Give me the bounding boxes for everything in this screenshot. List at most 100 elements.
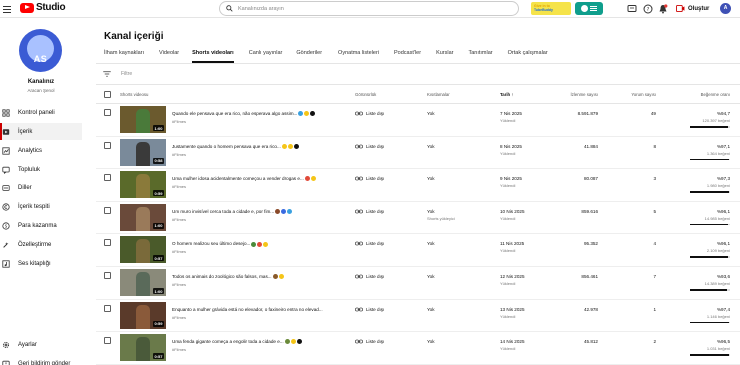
visibility-dropdown[interactable]: Liste dışı — [355, 176, 384, 181]
row-checkbox[interactable] — [104, 304, 111, 312]
tab-1[interactable]: Videolar — [159, 50, 179, 63]
sidebar-item-label: İçerik — [18, 128, 33, 135]
header-restrictions[interactable]: Kısıtlamalar — [427, 92, 450, 97]
sidebar-item-subtitles[interactable]: Diller — [0, 179, 82, 196]
search-box[interactable] — [219, 1, 519, 16]
link-icon — [355, 274, 363, 279]
table-row[interactable]: 0:59 Uma mulher idosa acidentalmente come… — [96, 169, 740, 202]
sidebar-item-dashboard[interactable]: Kontrol paneli — [0, 104, 82, 121]
row-checkbox[interactable] — [104, 206, 111, 214]
table-row[interactable]: 0:59 Enquanto a mulher grávida está no el… — [96, 300, 740, 333]
visibility-dropdown[interactable]: Liste dışı — [355, 241, 384, 246]
video-thumbnail[interactable]: 0:59 — [120, 301, 166, 329]
tab-4[interactable]: Gönderiler — [296, 50, 322, 63]
row-checkbox[interactable] — [104, 337, 111, 345]
visibility-dropdown[interactable]: Liste dışı — [355, 339, 384, 344]
comment-count[interactable]: 49 — [651, 111, 656, 116]
video-title[interactable]: Uma mulher idosa acidentalmente começou … — [172, 176, 347, 182]
search-input[interactable] — [238, 5, 478, 12]
sidebar-item-community[interactable]: Topluluk — [0, 161, 82, 178]
table-row[interactable]: 1:00 Um muro invisível cerca toda a cidad… — [96, 202, 740, 235]
video-title[interactable]: Uma fenda gigante começa a engolir toda … — [172, 339, 347, 345]
account-avatar[interactable]: A — [720, 3, 731, 14]
table-row[interactable]: 1:00 Quando ele pensava que era rico, não… — [96, 104, 740, 137]
visibility-dropdown[interactable]: Liste dışı — [355, 111, 384, 116]
video-thumbnail[interactable]: 0:57 — [120, 334, 166, 362]
youtube-studio-logo[interactable]: Studio — [20, 2, 66, 13]
row-checkbox[interactable] — [104, 272, 111, 279]
view-count: 95.352 — [583, 241, 598, 247]
video-title[interactable]: O homem realizou seu último desejo... — [172, 241, 347, 247]
video-thumbnail[interactable]: 1:00 — [120, 269, 166, 296]
row-checkbox[interactable] — [104, 109, 111, 116]
comment-count[interactable]: 4 — [653, 241, 656, 246]
tab-8[interactable]: Tanıtımlar — [468, 50, 492, 63]
table-row[interactable]: 1:00 Todos os animais do zoológico são fa… — [96, 267, 740, 300]
header-date[interactable]: Tarih ↑ — [500, 92, 514, 97]
video-thumbnail[interactable]: 0:59 — [120, 171, 166, 199]
visibility-dropdown[interactable]: Liste dışı — [355, 307, 384, 312]
sidebar-item-feedback[interactable]: Geri bildirim gönder — [0, 355, 82, 365]
tab-7[interactable]: Kurslar — [436, 50, 453, 63]
sidebar-item-settings[interactable]: Ayarlar — [0, 336, 82, 353]
sidebar-item-monetization[interactable]: $ Para kazanma — [0, 217, 82, 234]
create-button[interactable]: Oluştur — [676, 2, 709, 15]
tab-2[interactable]: Shorts videoları — [192, 50, 234, 63]
table-row[interactable]: 0:57 Uma fenda gigante começa a engolir t… — [96, 332, 740, 365]
thumbnail-figure — [136, 206, 150, 231]
tubebuddy-promo[interactable]: Give in to TubeBuddy — [531, 2, 571, 15]
notifications-icon[interactable] — [658, 4, 668, 14]
sidebar-item-analytics[interactable]: Analytics — [0, 142, 82, 159]
header-comments[interactable]: Yorum sayısı — [631, 92, 656, 97]
sidebar-item-customization[interactable]: Özelleştirme — [0, 236, 82, 253]
video-thumbnail[interactable]: 1:00 — [120, 203, 166, 231]
tab-0[interactable]: İlham kaynakları — [104, 50, 144, 63]
video-title[interactable]: Todos os animais do zoológico são falsos… — [172, 274, 347, 280]
menu-icon[interactable] — [3, 3, 15, 15]
video-tag: #Filmes — [172, 314, 187, 320]
like-ratio-bar — [690, 223, 730, 226]
header-views[interactable]: İzlenme sayısı — [571, 92, 598, 97]
sidebar-item-audio-library[interactable]: Ses kitaplığı — [0, 255, 82, 272]
select-all-checkbox[interactable] — [104, 91, 111, 98]
comment-count[interactable]: 7 — [653, 274, 656, 279]
tubebuddy-button[interactable] — [575, 2, 603, 15]
tab-3[interactable]: Canlı yayınlar — [249, 50, 283, 63]
visibility-dropdown[interactable]: Liste dışı — [355, 274, 384, 279]
messages-icon[interactable] — [627, 4, 637, 14]
comment-count[interactable]: 3 — [653, 176, 656, 181]
filter-bar[interactable]: Filtre — [96, 64, 740, 85]
view-count: 42.978 — [583, 306, 598, 312]
table-row[interactable]: 0:58 Justamente quando o homem pensava qu… — [96, 137, 740, 170]
video-thumbnail[interactable]: 1:00 — [120, 106, 166, 133]
tab-6[interactable]: Podcast'ler — [394, 50, 421, 63]
table-row[interactable]: 0:57 O homem realizou seu último desejo..… — [96, 234, 740, 267]
row-checkbox[interactable] — [104, 239, 111, 247]
sidebar-item-content[interactable]: İçerik — [0, 123, 82, 140]
video-duration: 1:00 — [152, 125, 164, 131]
sidebar-item-copyright[interactable]: İçerik tespiti — [0, 198, 82, 215]
logo-text: Studio — [36, 2, 66, 13]
tab-9[interactable]: Ortak çalışmalar — [508, 50, 548, 63]
row-checkbox[interactable] — [104, 174, 111, 182]
video-title[interactable]: Um muro invisível cerca toda a cidade e,… — [172, 209, 347, 215]
video-title[interactable]: Enquanto a mulher grávida está no elevad… — [172, 307, 347, 312]
comment-count[interactable]: 2 — [653, 339, 656, 344]
row-checkbox[interactable] — [104, 141, 111, 149]
header-visibility[interactable]: Görünürlük — [355, 92, 376, 97]
video-title[interactable]: Quando ele pensava que era rico, não esp… — [172, 111, 347, 117]
comment-count[interactable]: 1 — [653, 307, 656, 312]
video-thumbnail[interactable]: 0:58 — [120, 138, 166, 166]
video-thumbnail[interactable]: 0:57 — [120, 236, 166, 264]
help-icon[interactable]: ? — [643, 4, 653, 14]
header-likes[interactable]: Beğenme oranı — [701, 92, 730, 97]
visibility-dropdown[interactable]: Liste dışı — [355, 209, 384, 214]
header-video[interactable]: Shorts videosu — [120, 92, 148, 97]
comment-count[interactable]: 5 — [653, 209, 656, 214]
tab-5[interactable]: Oynatma listeleri — [338, 50, 379, 63]
visibility-dropdown[interactable]: Liste dışı — [355, 144, 384, 149]
filter-icon[interactable] — [103, 71, 111, 77]
video-title[interactable]: Justamente quando o homem pensava que er… — [172, 144, 347, 149]
comment-count[interactable]: 8 — [653, 144, 656, 149]
channel-avatar[interactable]: AS — [19, 29, 62, 72]
